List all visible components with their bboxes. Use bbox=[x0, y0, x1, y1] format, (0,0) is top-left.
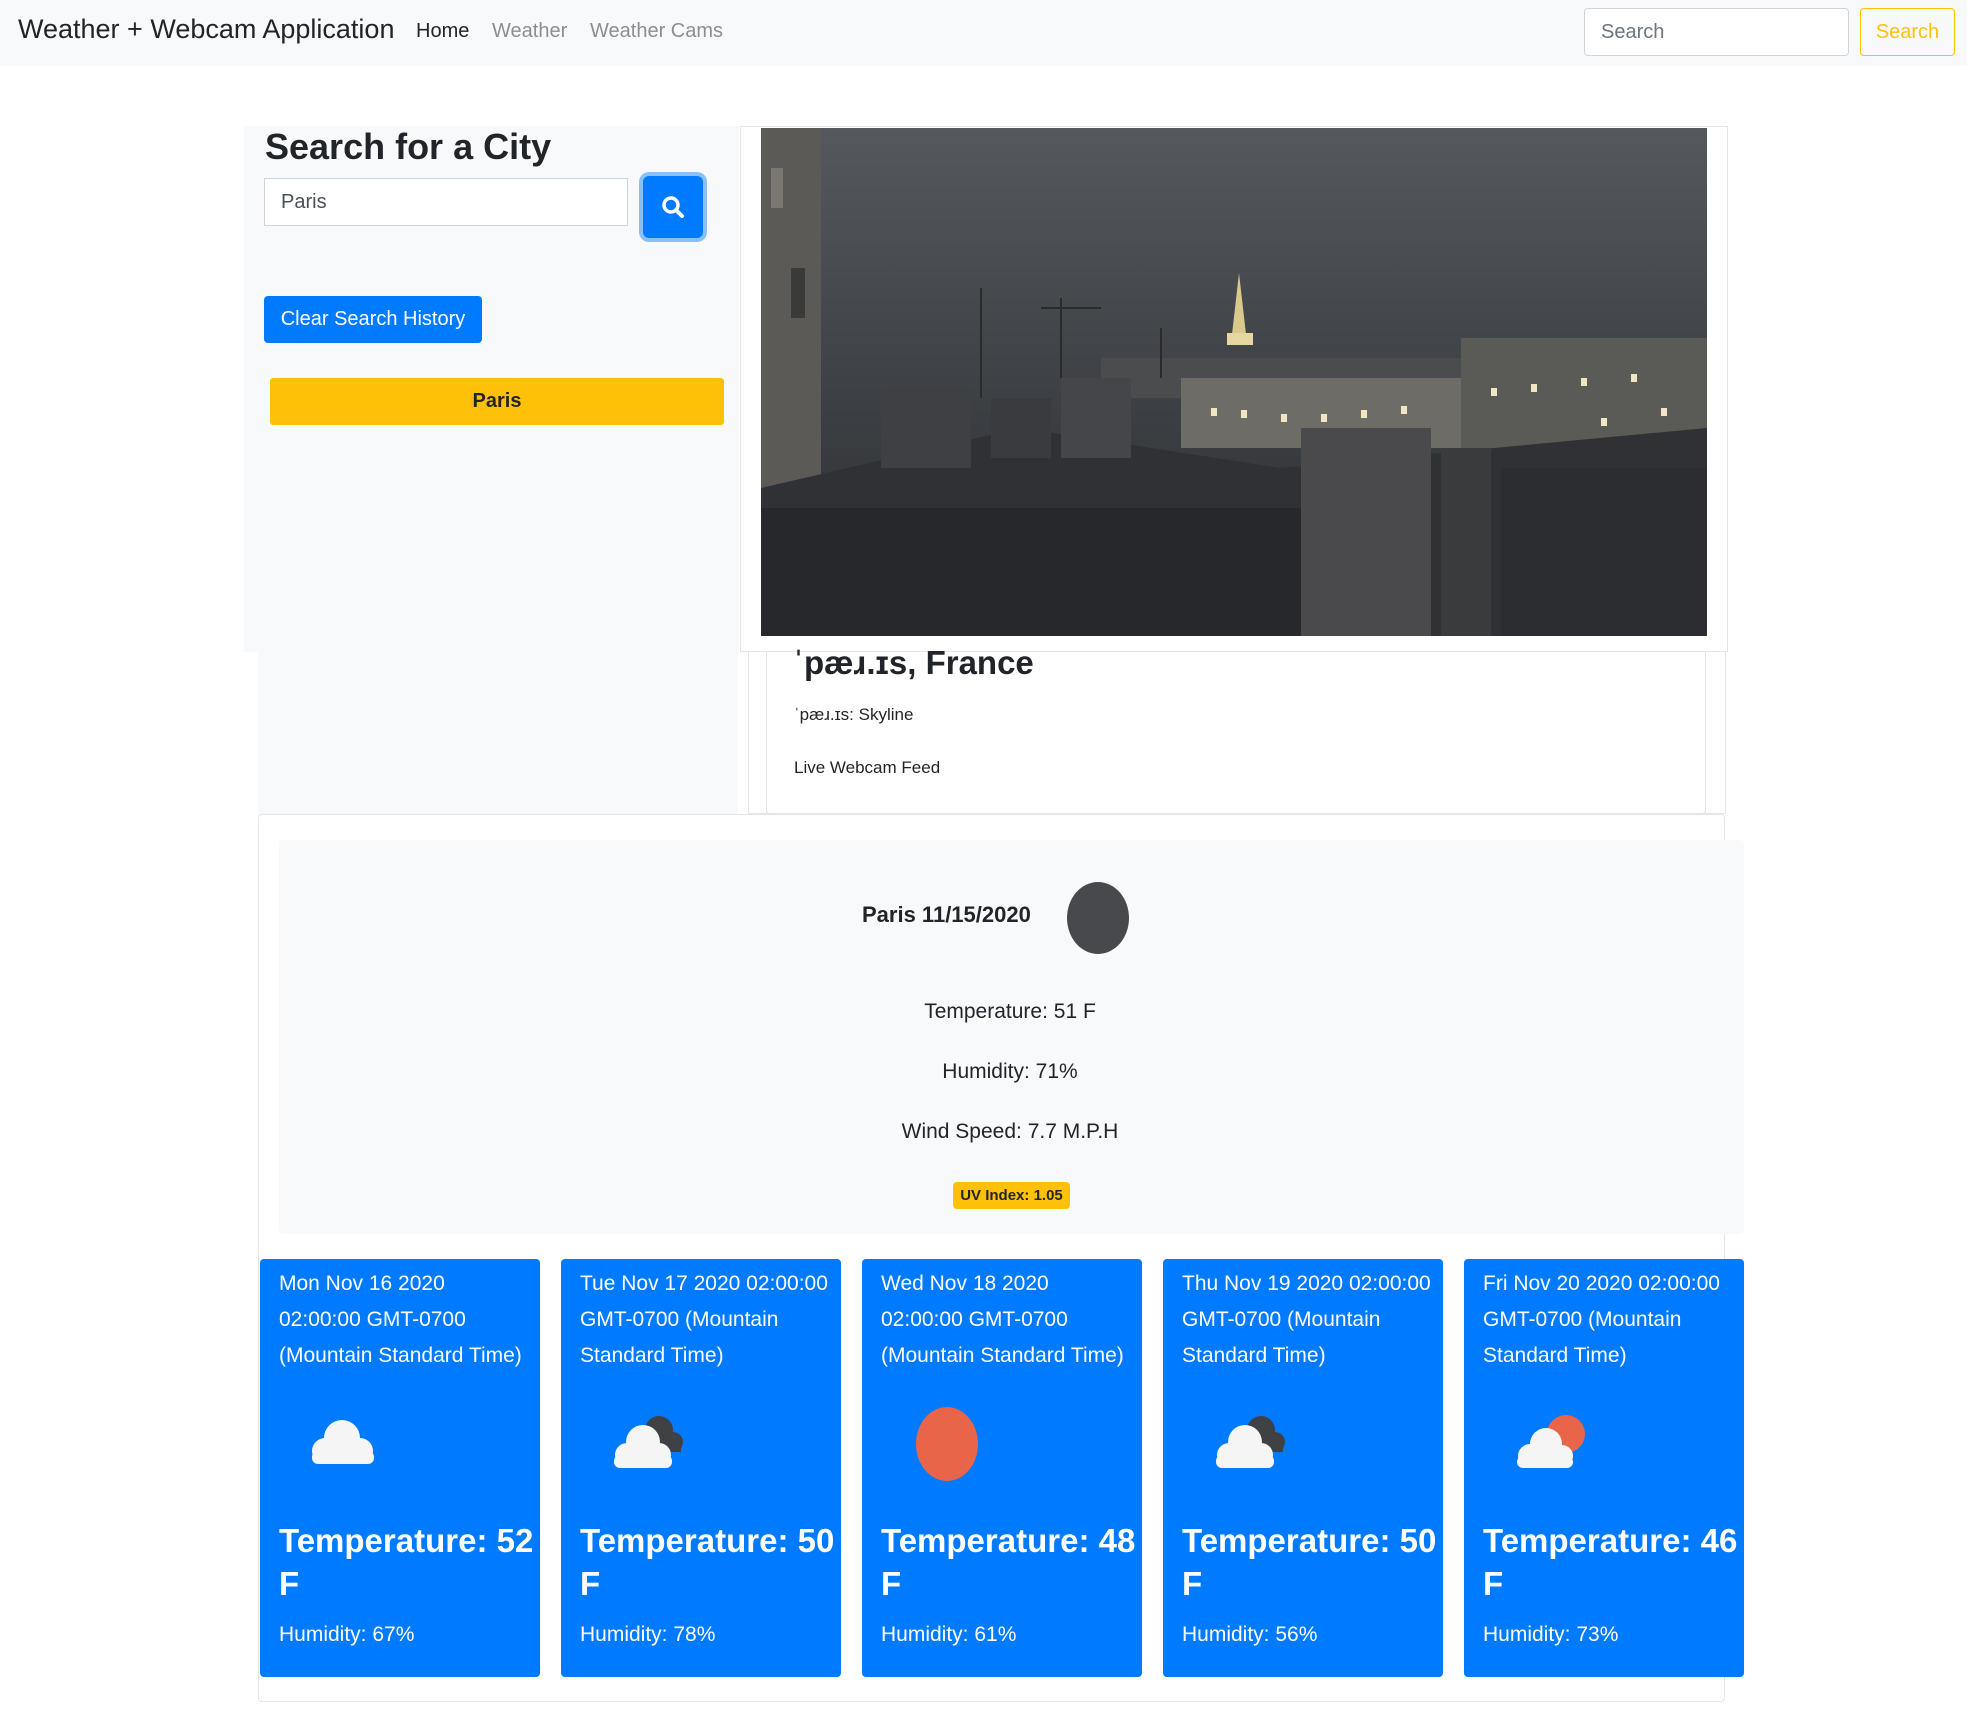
forecast-humidity: Humidity: 73% bbox=[1483, 1623, 1619, 1646]
sidebar-panel-extension bbox=[258, 652, 738, 814]
current-wind-speed: Wind Speed: 7.7 M.P.H bbox=[901, 1120, 1119, 1143]
webcam-title: ˈpæɹ.ɪs: Skyline bbox=[794, 705, 914, 724]
forecast-humidity: Humidity: 67% bbox=[279, 1623, 415, 1646]
city-search-button[interactable] bbox=[643, 176, 703, 238]
forecast-card: Thu Nov 19 2020 02:00:00 GMT-0700 (Mount… bbox=[1163, 1259, 1443, 1677]
nav-link-weather-cams[interactable]: Weather Cams bbox=[590, 20, 723, 43]
clear-history-button[interactable]: Clear Search History bbox=[264, 296, 482, 343]
navbar-search-input[interactable] bbox=[1584, 8, 1849, 56]
brand-title[interactable]: Weather + Webcam Application bbox=[18, 14, 394, 45]
search-icon bbox=[662, 196, 684, 218]
forecast-temperature: Temperature: 50 F bbox=[1182, 1522, 1437, 1602]
forecast-date: Thu Nov 19 2020 02:00:00 GMT-0700 (Mount… bbox=[1182, 1272, 1431, 1367]
forecast-date: Mon Nov 16 2020 02:00:00 GMT-0700 (Mount… bbox=[279, 1272, 522, 1367]
history-item-paris[interactable]: Paris bbox=[270, 378, 724, 425]
forecast-date: Tue Nov 17 2020 02:00:00 GMT-0700 (Mount… bbox=[580, 1272, 828, 1367]
nav-link-home[interactable]: Home bbox=[416, 20, 469, 43]
current-temperature: Temperature: 51 F bbox=[924, 1000, 1096, 1023]
forecast-temperature: Temperature: 48 F bbox=[881, 1522, 1136, 1602]
uv-index-badge: UV Index: 1.05 bbox=[953, 1182, 1070, 1209]
forecast-humidity: Humidity: 61% bbox=[881, 1623, 1017, 1646]
webcam-location: ˈpæɹ.ɪs, France bbox=[793, 644, 1034, 681]
cloudy-icon bbox=[614, 1416, 683, 1468]
forecast-temperature: Temperature: 50 F bbox=[580, 1522, 835, 1602]
nav-link-weather[interactable]: Weather bbox=[492, 20, 567, 43]
forecast-card: Fri Nov 20 2020 02:00:00 GMT-0700 (Mount… bbox=[1464, 1259, 1744, 1677]
forecast-date: Fri Nov 20 2020 02:00:00 GMT-0700 (Mount… bbox=[1483, 1272, 1720, 1367]
forecast-humidity: Humidity: 78% bbox=[580, 1623, 716, 1646]
forecast-card: Tue Nov 17 2020 02:00:00 GMT-0700 (Mount… bbox=[561, 1259, 841, 1677]
current-weather-panel bbox=[279, 840, 1744, 1234]
forecast-temperature: Temperature: 46 F bbox=[1483, 1522, 1738, 1602]
navbar-search-button[interactable]: Search bbox=[1860, 8, 1955, 56]
forecast-card: Mon Nov 16 2020 02:00:00 GMT-0700 (Mount… bbox=[260, 1259, 540, 1677]
webcam-image[interactable] bbox=[761, 128, 1707, 636]
moon-icon bbox=[1067, 882, 1129, 954]
partly-sunny-icon bbox=[1517, 1415, 1585, 1468]
forecast-date: Wed Nov 18 2020 02:00:00 GMT-0700 (Mount… bbox=[881, 1272, 1124, 1367]
forecast-card: Wed Nov 18 2020 02:00:00 GMT-0700 (Mount… bbox=[862, 1259, 1142, 1677]
current-humidity: Humidity: 71% bbox=[942, 1060, 1078, 1083]
city-search-input[interactable] bbox=[264, 178, 628, 226]
navbar: Weather + Webcam Application Home Weathe… bbox=[0, 0, 1967, 66]
sun-icon bbox=[916, 1407, 978, 1481]
cloud-icon bbox=[312, 1420, 374, 1464]
sidebar-title: Search for a City bbox=[265, 126, 552, 167]
forecast-humidity: Humidity: 56% bbox=[1182, 1623, 1318, 1646]
webcam-feed-label: Live Webcam Feed bbox=[794, 758, 941, 777]
forecast-temperature: Temperature: 52 F bbox=[279, 1522, 534, 1602]
current-weather-heading: Paris 11/15/2020 bbox=[862, 902, 1031, 927]
cloudy-icon bbox=[1216, 1416, 1285, 1468]
